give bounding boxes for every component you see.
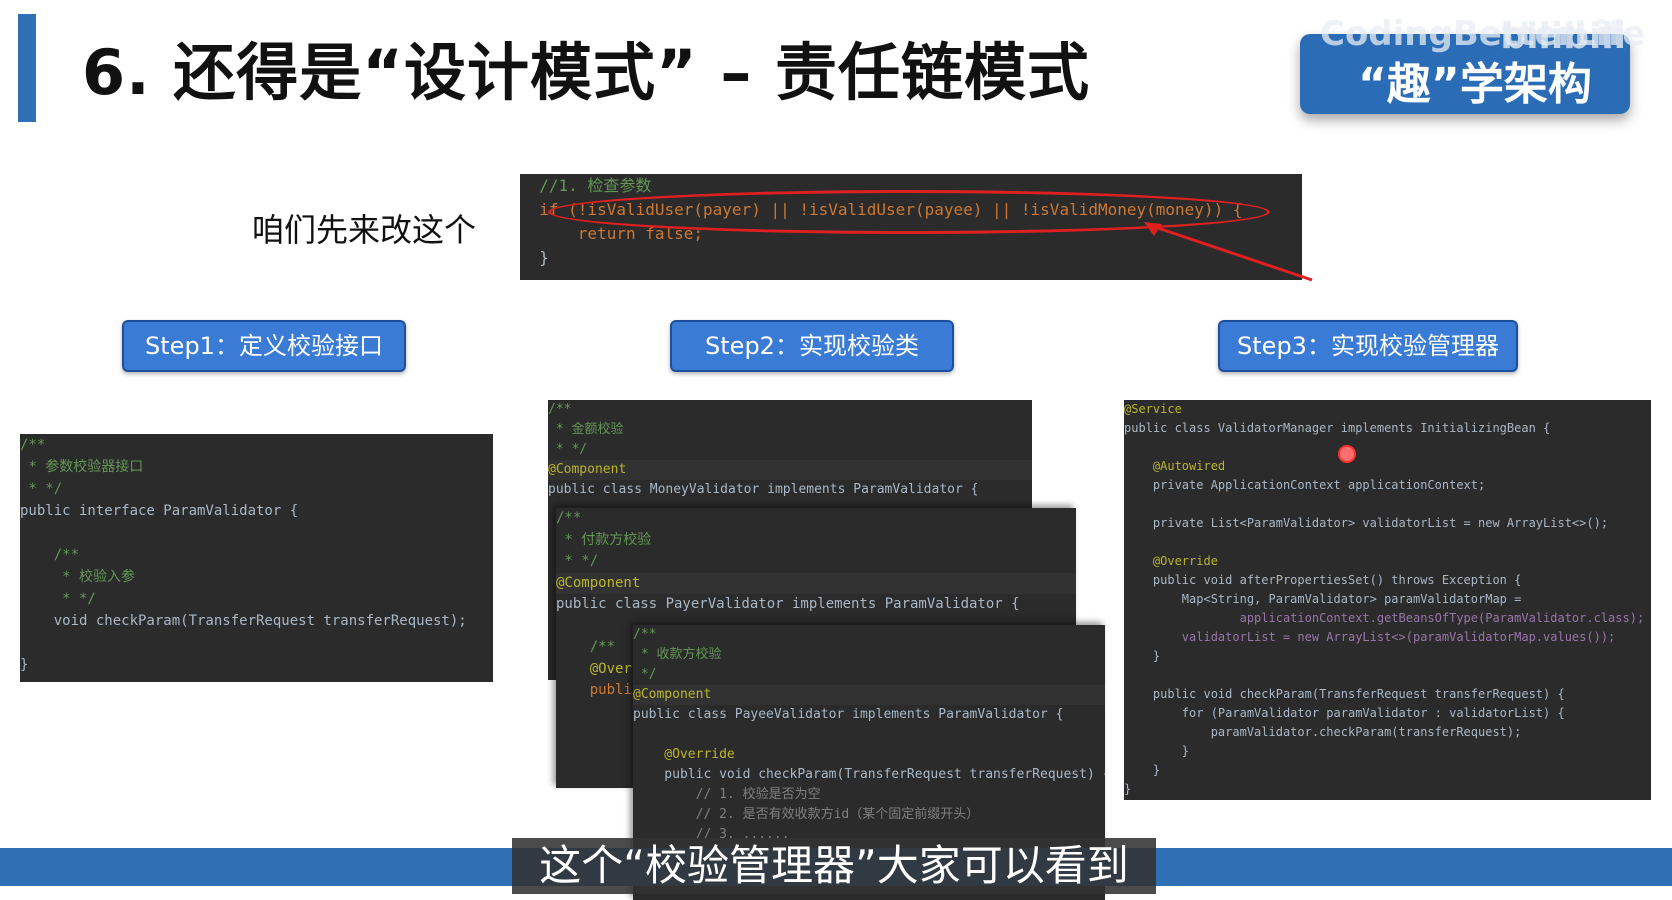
- mouse-pointer-icon: [1338, 445, 1356, 463]
- code-line: /**: [20, 547, 80, 563]
- code-line: Map<String, ParamValidator> paramValidat…: [1124, 592, 1522, 606]
- code-line: public class PayeeValidator implements P…: [633, 707, 1064, 722]
- code-line: * 校验入参: [20, 569, 136, 585]
- code-line: @Service: [1124, 402, 1182, 416]
- code-line: * 收款方校验: [633, 647, 722, 662]
- code-line: * */: [556, 553, 599, 569]
- code-line: }: [1124, 763, 1161, 777]
- code-line: // 2. 是否有效收款方id（某个固定前缀开头）: [633, 807, 980, 822]
- step3-button[interactable]: Step3：实现校验管理器: [1218, 320, 1518, 372]
- code-line: @Component: [633, 685, 1105, 705]
- title-accent-bar: [18, 14, 36, 122]
- code-line: public void checkParam(TransferRequest t…: [1124, 687, 1565, 701]
- lead-text: 咱们先来改这个: [252, 211, 477, 249]
- step1-button[interactable]: Step1：定义校验接口: [122, 320, 406, 372]
- code-line: * 付款方校验: [556, 531, 652, 548]
- slide-title: 6. 还得是“设计模式” – 责任链模式: [82, 36, 1090, 109]
- video-subtitle: 这个“校验管理器”大家可以看到: [539, 841, 1129, 890]
- code-line: /**: [20, 437, 46, 453]
- step1-code-panel: /** * 参数校验器接口 * */ public interface Para…: [20, 434, 493, 682]
- code-line: * */: [20, 481, 63, 497]
- code-line: public interface ParamValidator {: [20, 503, 299, 519]
- code-line: * 参数校验器接口: [20, 459, 144, 475]
- code-line: }: [20, 657, 29, 673]
- brand-badge: CodingBetterLife bilibili “趣”学架构: [1300, 14, 1645, 114]
- code-line: }: [1124, 649, 1161, 663]
- code-line: private ApplicationContext applicationCo…: [1124, 478, 1486, 492]
- code-line: void checkParam(TransferRequest transfer…: [20, 613, 467, 629]
- code-line: @Override: [1124, 554, 1218, 568]
- code-line: }: [1124, 782, 1132, 796]
- code-line: public class PayerValidator implements P…: [556, 596, 1020, 612]
- code-line: validatorList = new ArrayList<>(paramVal…: [1124, 630, 1616, 644]
- code-line: @Autowired: [1124, 459, 1226, 473]
- brand-title: “趣”学架构: [1358, 59, 1592, 110]
- code-line: public class MoneyValidator implements P…: [548, 482, 979, 497]
- code-line: applicationContext.getBeansOfType(ParamV…: [1124, 611, 1645, 625]
- code-line: * */: [548, 442, 588, 457]
- code-line: public void afterPropertiesSet() throws …: [1124, 573, 1522, 587]
- code-line: /**: [548, 402, 572, 417]
- code-line: public class ValidatorManager implements…: [1124, 421, 1551, 435]
- code-line: public void checkParam(TransferRequest t…: [633, 767, 1105, 782]
- step2-button[interactable]: Step2：实现校验类: [670, 320, 954, 372]
- red-arrow-icon: [1144, 222, 1313, 282]
- validator-manager-code-panel: @Service public class ValidatorManager i…: [1124, 400, 1651, 800]
- code-line: /**: [633, 627, 657, 642]
- code-line: }: [1124, 744, 1190, 758]
- code-line: private List<ParamValidator> validatorLi…: [1124, 516, 1609, 530]
- code-line: @Component: [548, 460, 1032, 480]
- code-line: * 金额校验: [548, 422, 624, 437]
- code-line: @Override: [633, 747, 735, 762]
- code-line: // 1. 校验是否为空: [633, 787, 821, 802]
- code-line: */: [633, 667, 657, 682]
- code-line: /**: [556, 510, 582, 526]
- code-line: for (ParamValidator paramValidator : val…: [1124, 706, 1565, 720]
- code-line: paramValidator.checkParam(transferReques…: [1124, 725, 1522, 739]
- code-line: * */: [20, 591, 96, 607]
- code-line: @Component: [556, 572, 1076, 594]
